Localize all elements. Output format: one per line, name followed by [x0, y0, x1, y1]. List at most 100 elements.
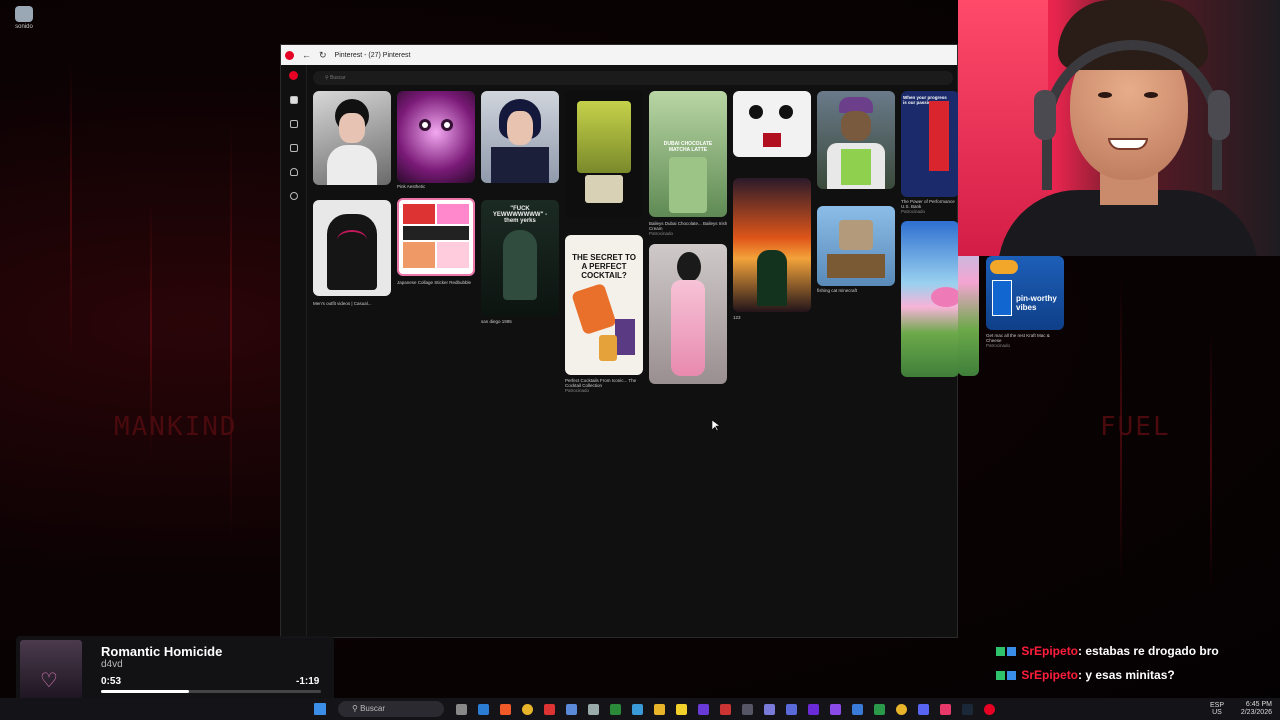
- pinterest-sidebar: [281, 65, 307, 637]
- pin-overlay-text: pin-worthy vibes: [1016, 294, 1057, 312]
- steam-icon[interactable]: [962, 703, 973, 715]
- reload-icon[interactable]: ↻: [319, 50, 327, 61]
- app-icon[interactable]: [940, 703, 951, 715]
- remaining-time: -1:19: [296, 676, 320, 687]
- settings-icon[interactable]: [588, 703, 599, 715]
- pin-card[interactable]: [733, 178, 811, 312]
- pin-card[interactable]: THE SECRET TO A PERFECT COCKTAIL?: [565, 235, 643, 375]
- app-icon[interactable]: [764, 703, 775, 715]
- speaker-folder-icon: [15, 6, 33, 22]
- pin-card[interactable]: "FUCK YEWWWWWWW" - them yerks: [481, 200, 559, 316]
- taskbar-search-label: Buscar: [360, 704, 385, 713]
- chat-badge-icon: [996, 671, 1005, 681]
- app-icon[interactable]: [852, 703, 863, 715]
- chrome-icon[interactable]: [522, 703, 533, 715]
- chat-message: SrEpipeto: y esas minitas?: [996, 668, 1276, 682]
- wallpaper-word-right: FUEL: [1100, 412, 1171, 442]
- pin-card[interactable]: [313, 200, 391, 296]
- pin-card[interactable]: [817, 206, 895, 286]
- pin-caption: Get mac all the rest Kraft Mac & Cheese P…: [986, 333, 1050, 348]
- back-arrow-icon[interactable]: ←: [302, 50, 311, 60]
- chat-text: : y esas minitas?: [1078, 668, 1175, 682]
- pin-card[interactable]: [397, 91, 475, 183]
- song-artist: d4vd: [101, 659, 123, 670]
- chat-message: SrEpipeto: estabas re drogado bro: [996, 644, 1276, 658]
- wallpaper-word-left: MANKIND: [114, 412, 238, 442]
- app-icon[interactable]: [698, 703, 709, 715]
- app-icon[interactable]: [632, 703, 643, 715]
- pin-card[interactable]: [481, 91, 559, 183]
- discord-icon[interactable]: [918, 703, 929, 715]
- chat-badge-icon: [996, 647, 1005, 657]
- pin-card[interactable]: DUBAI CHOCOLATE MATCHA LATTE: [649, 91, 727, 217]
- webcam-overlay: [958, 0, 1280, 256]
- app-icon[interactable]: [786, 703, 797, 715]
- pin-card[interactable]: [397, 198, 475, 276]
- app-icon[interactable]: [610, 703, 621, 715]
- pin-caption: fishing cat minecraft: [817, 288, 858, 293]
- pinterest-logo-icon: [285, 50, 294, 60]
- app-icon[interactable]: [720, 703, 731, 715]
- pin-card[interactable]: [649, 244, 727, 384]
- task-view-icon[interactable]: [456, 703, 467, 715]
- heart-icon: ♡: [40, 670, 58, 692]
- playback-progress-bar: [101, 690, 321, 693]
- pin-card[interactable]: [817, 91, 895, 189]
- pin-card[interactable]: [733, 91, 811, 157]
- chat-username: SrEpipeto: [1021, 644, 1079, 658]
- album-art: ♡: [20, 640, 82, 702]
- red-streak: [70, 60, 72, 360]
- brave-icon[interactable]: [500, 703, 511, 715]
- file-explorer-icon[interactable]: [654, 703, 665, 715]
- edge-icon[interactable]: [478, 703, 489, 715]
- taskbar: ⚲ Buscar ESP US 6:45 PM 2/23/2026: [0, 698, 1280, 720]
- app-icon[interactable]: [544, 703, 555, 715]
- pin-caption: Japanese Collage Sticker Redbubble: [397, 280, 472, 285]
- search-input[interactable]: ⚲ Buscar: [313, 71, 953, 85]
- create-icon[interactable]: [289, 144, 298, 152]
- red-streak: [230, 120, 232, 540]
- desktop-icon-sonido[interactable]: sonido: [10, 6, 38, 30]
- input-language[interactable]: ESP US: [1210, 702, 1224, 716]
- pinterest-window: ← ↻ Pinterest - (27) Pinterest ⚲ Buscar …: [280, 44, 959, 638]
- desktop-icon-label: sonido: [15, 24, 33, 30]
- app-icon[interactable]: [566, 703, 577, 715]
- pin-caption: Perfect Cocktails From Iconic... The Coc…: [565, 378, 637, 393]
- red-streak: [1210, 330, 1212, 590]
- chat-text: : estabas re drogado bro: [1078, 644, 1219, 658]
- pin-caption: 123: [733, 315, 741, 320]
- desktop: MANKIND FUEL sonido ← ↻ Pinterest - (27)…: [0, 0, 1280, 720]
- chat-username: SrEpipeto: [1021, 668, 1079, 682]
- pin-card[interactable]: [565, 91, 643, 217]
- pinterest-taskbar-icon[interactable]: [984, 703, 995, 715]
- pin-card[interactable]: pin-worthy vibes: [986, 256, 1064, 330]
- pinterest-home-logo-icon[interactable]: [289, 71, 298, 80]
- elapsed-time: 0:53: [101, 676, 122, 687]
- window-titlebar: ← ↻ Pinterest - (27) Pinterest: [281, 45, 957, 65]
- notifications-bell-icon[interactable]: [289, 168, 298, 176]
- now-playing-widget: ♡ Romantic Homicide d4vd 0:53 -1:19: [16, 636, 334, 706]
- mouse-cursor-icon: [712, 420, 720, 432]
- pin-card[interactable]: [313, 91, 391, 185]
- pin-caption: Men's outfit videos | Casual...: [313, 301, 372, 306]
- app-icon[interactable]: [874, 703, 885, 715]
- explore-icon[interactable]: [289, 120, 298, 128]
- search-placeholder: Buscar: [330, 75, 346, 81]
- app-icon[interactable]: [742, 703, 753, 715]
- app-icon[interactable]: [830, 703, 841, 715]
- sticky-notes-icon[interactable]: [676, 703, 687, 715]
- chat-badge-icon: [1007, 671, 1016, 681]
- system-clock[interactable]: 6:45 PM 2/23/2026: [1241, 701, 1272, 717]
- pin-card[interactable]: [901, 221, 959, 377]
- home-icon[interactable]: [289, 96, 298, 104]
- pin-card[interactable]: When your progress is our passion.: [901, 91, 959, 197]
- window-title: Pinterest - (27) Pinterest: [334, 51, 411, 59]
- chrome-icon[interactable]: [896, 703, 907, 715]
- chat-badge-icon: [1007, 647, 1016, 657]
- pin-caption: Pink Aesthetic: [397, 184, 426, 189]
- taskbar-search[interactable]: ⚲ Buscar: [338, 701, 444, 717]
- pin-caption: Baileys Dubai Chocolate... Baileys Irish…: [649, 221, 728, 236]
- app-icon[interactable]: [808, 703, 819, 715]
- start-button[interactable]: [314, 703, 326, 715]
- messages-icon[interactable]: [289, 192, 298, 200]
